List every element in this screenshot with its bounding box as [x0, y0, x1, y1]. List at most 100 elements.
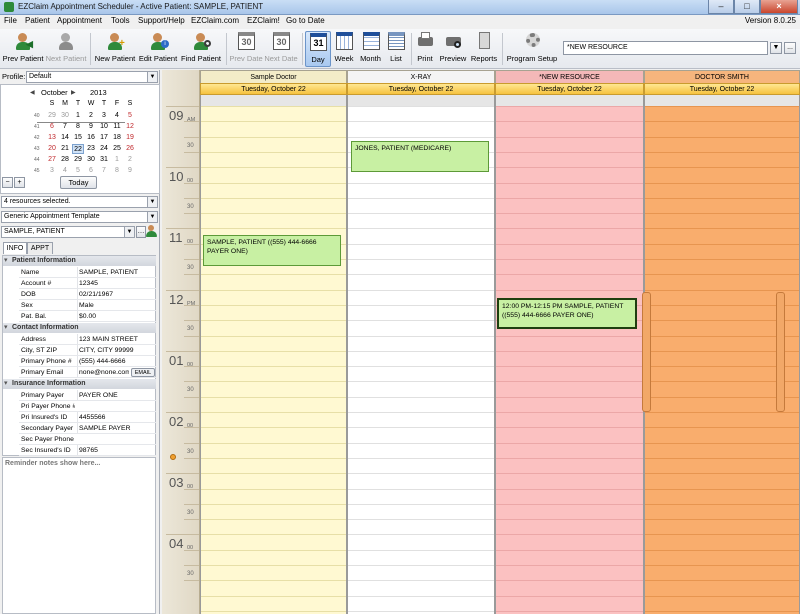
- calendar-day[interactable]: 27: [46, 155, 58, 165]
- appointment-block[interactable]: SAMPLE, PATIENT ((555) 444-6666 PAYER ON…: [203, 235, 341, 266]
- resource-column[interactable]: [200, 95, 347, 614]
- calendar-day[interactable]: 5: [72, 166, 84, 176]
- calendar-day[interactable]: 23: [85, 144, 97, 154]
- appointment-block[interactable]: 12:00 PM-12:15 PM SAMPLE, PATIENT ((555)…: [497, 298, 637, 329]
- menu-appointment[interactable]: Appointment: [57, 16, 102, 25]
- resource-browse-button[interactable]: ...: [784, 42, 796, 54]
- calendar-day[interactable]: 7: [98, 166, 110, 176]
- all-day-band[interactable]: [496, 95, 643, 106]
- prev-month-button[interactable]: ◀: [30, 89, 35, 96]
- collapse-chevron-icon[interactable]: ▾: [4, 323, 8, 331]
- calendar-day[interactable]: 17: [98, 133, 110, 143]
- resource-header[interactable]: *NEW RESOURCE: [495, 70, 644, 83]
- today-button[interactable]: Today: [60, 176, 97, 189]
- calendar-day[interactable]: 28: [59, 155, 71, 165]
- prev-patient-button[interactable]: ◀ Prev Patient: [2, 31, 44, 67]
- menu-support-help[interactable]: Support/Help: [138, 16, 185, 25]
- calendar-day[interactable]: 6: [46, 122, 58, 132]
- all-day-band[interactable]: [645, 95, 799, 106]
- menu-tools[interactable]: Tools: [111, 16, 130, 25]
- calendar-day[interactable]: 20: [46, 144, 58, 154]
- close-button[interactable]: ×: [760, 0, 798, 14]
- edit-patient-button[interactable]: i Edit Patient: [137, 31, 179, 67]
- calendar-day[interactable]: 26: [124, 144, 136, 154]
- next-month-button[interactable]: ▶: [71, 89, 76, 96]
- calendar-day[interactable]: 29: [72, 155, 84, 165]
- resource-select[interactable]: *NEW RESOURCE: [563, 41, 768, 55]
- calendar-day[interactable]: 18: [111, 133, 123, 143]
- month-view-button[interactable]: Month: [357, 31, 384, 67]
- list-view-button[interactable]: List: [384, 31, 408, 67]
- calendar-day[interactable]: 1: [72, 111, 84, 121]
- calendar-day[interactable]: 25: [111, 144, 123, 154]
- calendar-day[interactable]: 13: [46, 133, 58, 143]
- calendar-day[interactable]: 5: [124, 111, 136, 121]
- calendar-day[interactable]: 21: [59, 144, 71, 154]
- calendar-day[interactable]: 31: [98, 155, 110, 165]
- calendar-day[interactable]: 6: [85, 166, 97, 176]
- new-patient-button[interactable]: + New Patient: [93, 31, 137, 67]
- resource-header[interactable]: DOCTOR SMITH: [644, 70, 800, 83]
- menu-ezclaim[interactable]: EZClaim!: [247, 16, 280, 25]
- calendar-day[interactable]: 1: [111, 155, 123, 165]
- day-view-button[interactable]: 31 Day: [305, 31, 331, 67]
- tab-appt[interactable]: APPT: [27, 242, 53, 254]
- resources-select[interactable]: 4 resources selected. ▼: [1, 196, 158, 208]
- calendar-day[interactable]: 2: [85, 111, 97, 121]
- resource-dropdown-button[interactable]: ▼: [770, 42, 782, 54]
- calendar-day[interactable]: 19: [124, 133, 136, 143]
- maximize-button[interactable]: □: [734, 0, 760, 14]
- all-day-band[interactable]: [201, 95, 346, 106]
- collapse-left-tab[interactable]: [642, 292, 651, 412]
- calendar-day[interactable]: 4: [59, 166, 71, 176]
- template-select[interactable]: Generic Appointment Template ▼: [1, 211, 158, 223]
- resource-column[interactable]: [347, 95, 495, 614]
- minimize-button[interactable]: –: [708, 0, 734, 14]
- calendar-day[interactable]: 29: [46, 111, 58, 121]
- calendar-day[interactable]: 9: [85, 122, 97, 132]
- calendar-day[interactable]: 22: [72, 144, 84, 154]
- week-view-button[interactable]: Week: [331, 31, 357, 67]
- menu-patient[interactable]: Patient: [25, 16, 50, 25]
- menu-file[interactable]: File: [4, 16, 17, 25]
- calendar-plus-button[interactable]: +: [14, 177, 25, 188]
- resource-header[interactable]: X-RAY: [347, 70, 495, 83]
- calendar-day[interactable]: 30: [59, 111, 71, 121]
- patient-browse-button[interactable]: …: [136, 226, 146, 238]
- patient-select[interactable]: SAMPLE, PATIENT ▼: [1, 226, 135, 238]
- calendar-day[interactable]: 14: [59, 133, 71, 143]
- menu-go-to-date[interactable]: Go to Date: [286, 16, 325, 25]
- calendar-day[interactable]: 7: [59, 122, 71, 132]
- calendar-day[interactable]: 2: [124, 155, 136, 165]
- resource-header[interactable]: Sample Doctor: [200, 70, 347, 83]
- preview-button[interactable]: Preview: [437, 31, 469, 67]
- calendar-day[interactable]: 30: [85, 155, 97, 165]
- calendar-day[interactable]: 16: [85, 133, 97, 143]
- appointment-block[interactable]: JONES, PATIENT (MEDICARE): [351, 141, 489, 172]
- reports-button[interactable]: Reports: [469, 31, 499, 67]
- calendar-day[interactable]: 12: [124, 122, 136, 132]
- tab-info[interactable]: INFO: [3, 242, 27, 254]
- collapse-right-tab[interactable]: [776, 292, 785, 412]
- next-patient-button[interactable]: Next Patient: [44, 31, 88, 67]
- collapse-chevron-icon[interactable]: ▾: [4, 256, 8, 264]
- calendar-day[interactable]: 11: [111, 122, 123, 132]
- profile-select[interactable]: Default ▼: [26, 71, 158, 83]
- calendar-day[interactable]: 9: [124, 166, 136, 176]
- calendar-day[interactable]: 4: [111, 111, 123, 121]
- calendar-day[interactable]: 8: [111, 166, 123, 176]
- find-patient-button[interactable]: Find Patient: [179, 31, 223, 67]
- collapse-chevron-icon[interactable]: ▾: [4, 379, 8, 387]
- reminder-notes[interactable]: Reminder notes show here...: [2, 457, 156, 614]
- print-button[interactable]: Print: [413, 31, 437, 67]
- prev-date-button[interactable]: 30 Prev Date: [229, 31, 263, 67]
- email-button[interactable]: EMAIL: [131, 368, 155, 377]
- all-day-band[interactable]: [348, 95, 494, 106]
- calendar-day[interactable]: 24: [98, 144, 110, 154]
- calendar-day[interactable]: 8: [72, 122, 84, 132]
- next-date-button[interactable]: 30 Next Date: [263, 31, 299, 67]
- calendar-minus-button[interactable]: −: [2, 177, 13, 188]
- program-setup-button[interactable]: Program Setup: [505, 31, 559, 67]
- resource-column[interactable]: [495, 95, 644, 614]
- calendar-day[interactable]: 3: [98, 111, 110, 121]
